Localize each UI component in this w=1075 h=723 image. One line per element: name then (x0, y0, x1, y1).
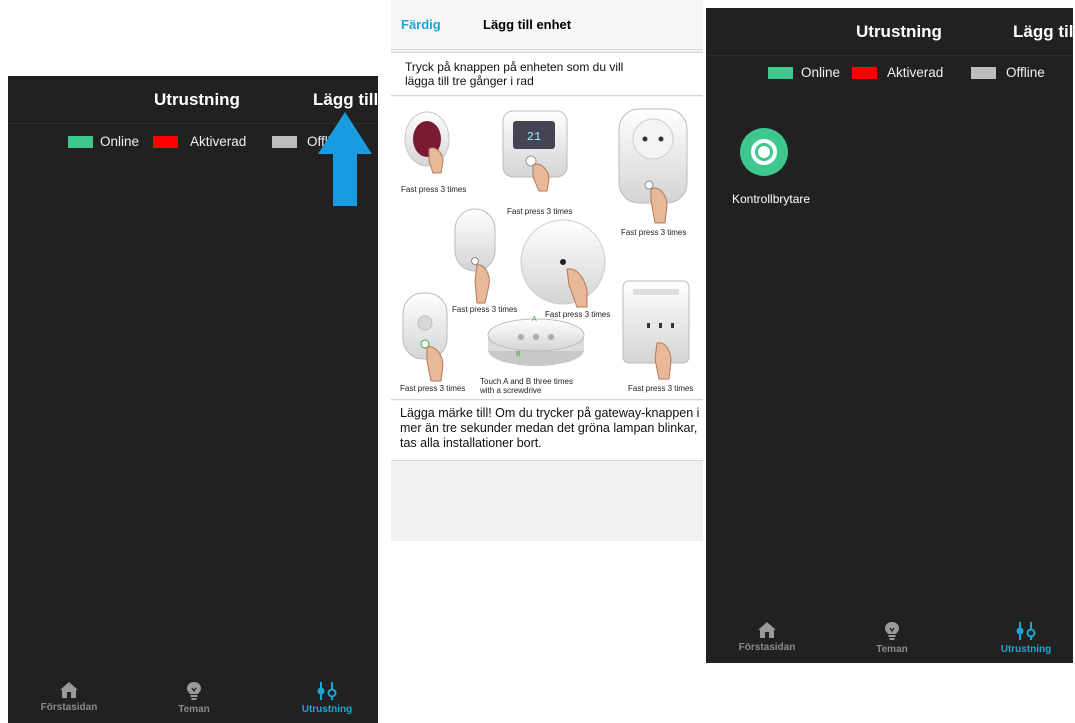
key-fob-device-image (402, 292, 448, 382)
add-device-button[interactable]: Lägg till (1013, 22, 1073, 42)
tab-bar: Förstasidan Teman Utrustning (8, 673, 378, 723)
tab-home[interactable]: Förstasidan (712, 613, 822, 663)
tab-equipment[interactable]: Utrustning (272, 673, 378, 723)
header-bar: Utrustning Lägg till (706, 8, 1073, 56)
caption-round-sensor: Fast press 3 times (545, 310, 611, 319)
page-title: Utrustning (154, 90, 240, 109)
caption-key-fob: Fast press 3 times (400, 384, 466, 393)
legend-activated-label: Aktiverad (190, 134, 247, 149)
home-icon (60, 682, 78, 698)
arrow-up-icon (318, 112, 372, 206)
offline-swatch (971, 67, 996, 79)
caption-gateway-line2: with a screwdrive (480, 386, 542, 395)
instruction-text: Tryck på knappen på enheten som du vill … (405, 60, 624, 88)
button-device-image (404, 111, 450, 174)
repeater-device-image (622, 280, 690, 380)
caption-repeater: Fast press 3 times (628, 384, 694, 393)
marker-b: B (516, 351, 521, 358)
tab-themes[interactable]: Teman (139, 673, 249, 723)
add-device-screen: Färdig Lägg till enhet Tryck på knappen … (391, 0, 703, 541)
activated-swatch (153, 136, 178, 148)
round-sensor-device-image (520, 219, 606, 308)
device-name[interactable]: Kontrollbrytare (732, 192, 810, 206)
wall-plug-device-image (618, 108, 688, 224)
legend-activated-label: Aktiverad (887, 65, 944, 80)
caption-wall-plug: Fast press 3 times (621, 228, 687, 237)
tab-themes[interactable]: Teman (837, 613, 947, 663)
sliders-icon (1016, 622, 1036, 640)
legend-online-label: Online (100, 134, 140, 149)
activated-swatch (852, 67, 877, 79)
devices-illustration: 21 (402, 108, 690, 382)
tab-equipment-label: Utrustning (1000, 644, 1052, 655)
legend-online-label: Online (801, 65, 841, 80)
tab-bar: Förstasidan Teman Utrustning (706, 613, 1073, 663)
online-swatch (768, 67, 793, 79)
tab-themes-label: Teman (178, 704, 210, 715)
tab-equipment-label: Utrustning (301, 704, 353, 715)
status-legend: Online Aktiverad Offline (768, 65, 1073, 83)
done-button[interactable]: Färdig (401, 17, 441, 32)
tab-home-label: Förstasidan (738, 642, 796, 653)
caption-motion-sensor: Fast press 3 times (452, 305, 518, 314)
equipment-screen-with-device: Utrustning Lägg till Online Aktiverad Of… (706, 8, 1073, 663)
lightbulb-icon (187, 682, 201, 700)
tab-home[interactable]: Förstasidan (14, 673, 124, 723)
sliders-icon (317, 682, 337, 700)
online-swatch (68, 136, 93, 148)
home-icon (758, 622, 776, 638)
svg-text:21: 21 (527, 130, 541, 144)
lightbulb-icon (885, 622, 899, 640)
switch-icon-dot (758, 146, 770, 158)
add-device-button[interactable]: Lägg till (313, 90, 378, 110)
caption-thermometer: Fast press 3 times (507, 207, 573, 216)
switch-icon[interactable] (740, 128, 788, 176)
pairing-illustration: 21 Fast press 3 times Fast press 3 times… (391, 97, 703, 400)
tab-equipment[interactable]: Utrustning (971, 613, 1073, 663)
tab-themes-label: Teman (876, 644, 908, 655)
motion-sensor-device-image (454, 208, 496, 304)
tab-home-label: Förstasidan (40, 702, 98, 713)
reset-warning-text: Lägga märke till! Om du trycker på gatew… (400, 406, 700, 450)
gateway-device-image (487, 318, 585, 366)
marker-a: A (532, 316, 537, 323)
page-title: Lägg till enhet (483, 17, 572, 32)
legend-offline-label: Offline (1006, 65, 1045, 80)
page-title: Utrustning (856, 22, 942, 41)
caption-gateway-line1: Touch A and B three times (480, 377, 573, 386)
thermometer-device-image: 21 (502, 110, 568, 192)
offline-swatch (272, 136, 297, 148)
caption-button-device: Fast press 3 times (401, 185, 467, 194)
